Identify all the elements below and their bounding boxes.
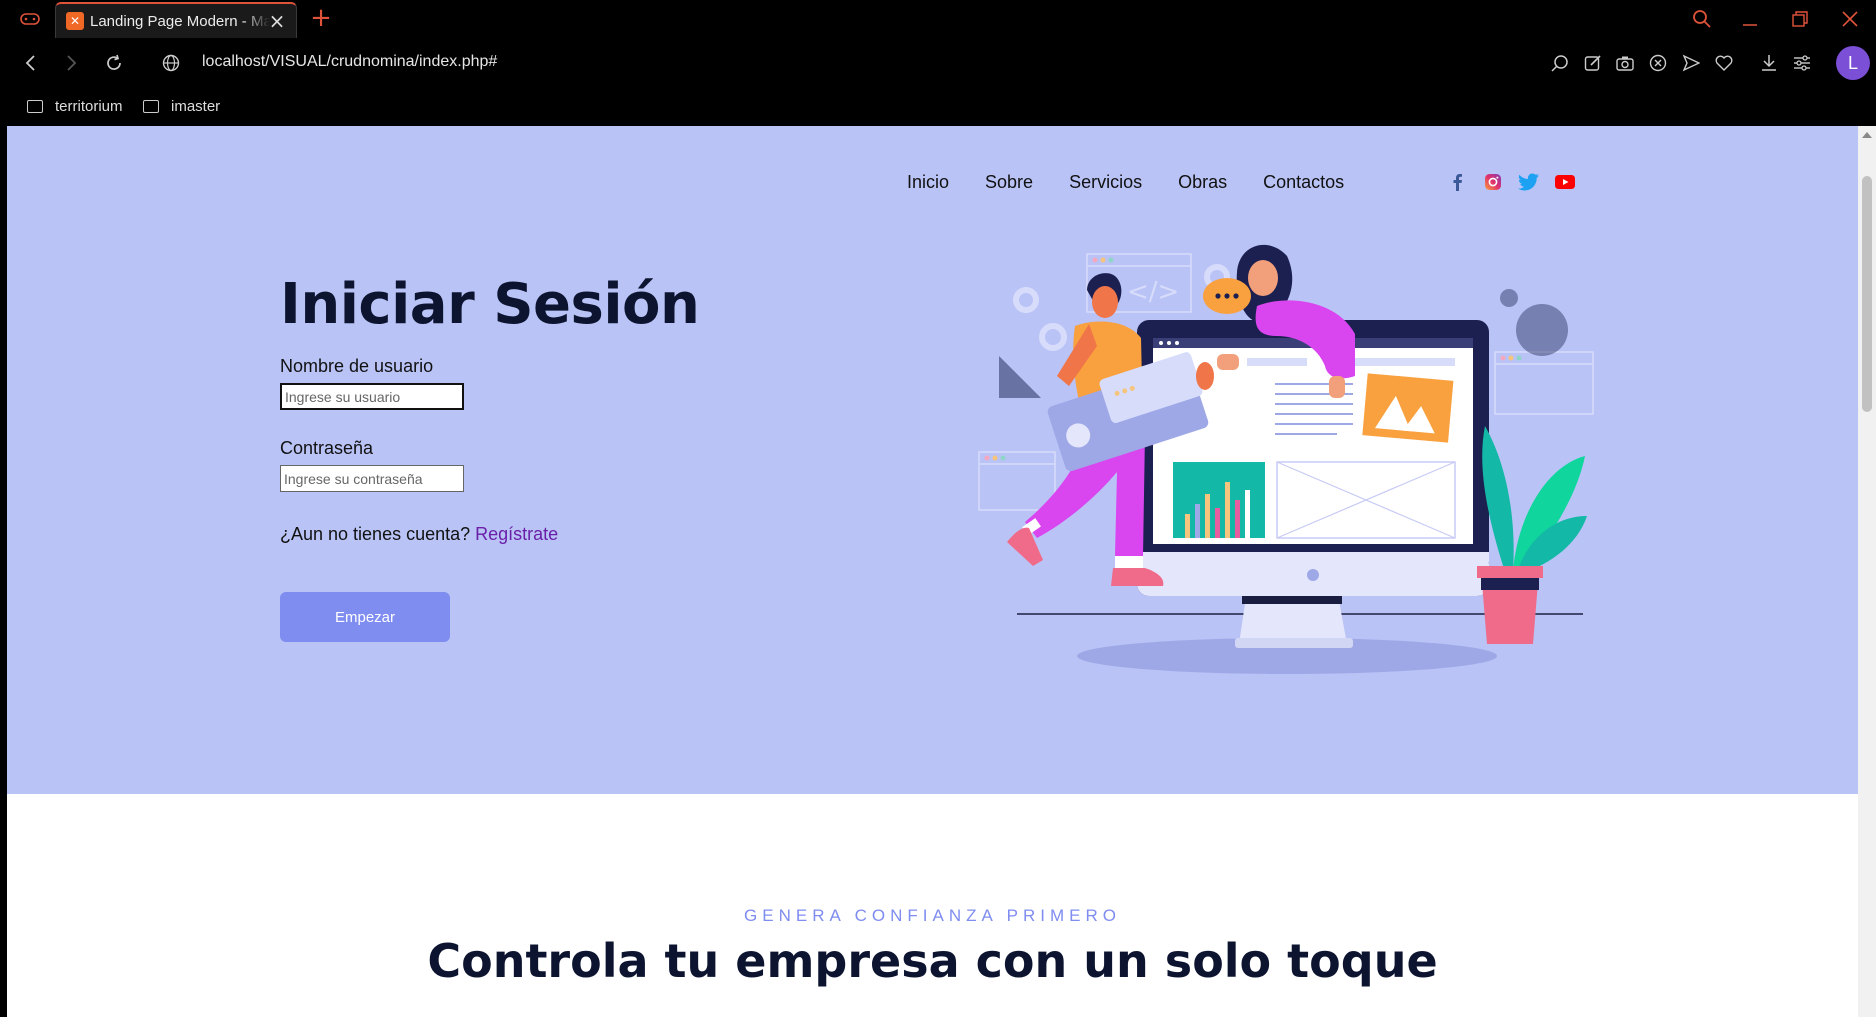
nav-link-obras[interactable]: Obras [1178,172,1227,193]
address-bar: localhost/VISUAL/crudnomina/index.php# L [0,38,1876,88]
search-page-icon[interactable] [1548,51,1572,75]
hero-illustration: </> [978,244,1594,674]
nav-link-inicio[interactable]: Inicio [907,172,949,193]
dotted-circle [1516,304,1568,356]
tab-bar: ✕ Landing Page Modern - Ma × + [0,0,1876,38]
page-viewport: Inicio Sobre Servicios Obras Contactos I… [7,126,1858,1017]
instagram-icon[interactable] [1481,170,1505,194]
scroll-up-arrow-icon[interactable] [1862,132,1872,138]
edit-icon[interactable] [1581,51,1605,75]
dotted-small-circle [1500,289,1518,307]
wireframe-window-left [978,451,1056,511]
folder-icon [27,99,43,113]
extensions-icon[interactable] [1646,51,1670,75]
section-eyebrow: GENERA CONFIANZA PRIMERO [744,906,1121,925]
camera-icon[interactable] [1613,51,1637,75]
bookmark-imaster[interactable]: imaster [143,94,220,118]
trust-section: GENERA CONFIANZA PRIMERO Controla tu emp… [7,794,1858,1017]
wireframe-window-right [1494,351,1594,415]
url-field[interactable]: localhost/VISUAL/crudnomina/index.php# [202,53,497,71]
download-icon[interactable] [1757,51,1781,75]
xampp-favicon-icon: ✕ [66,12,84,30]
start-button[interactable]: Empezar [280,592,450,642]
nav-link-contactos[interactable]: Contactos [1263,172,1344,193]
reload-icon[interactable] [101,50,127,76]
dotted-triangle [999,356,1041,398]
nav-link-servicios[interactable]: Servicios [1069,172,1142,193]
username-input[interactable] [280,383,464,410]
site-info-globe-icon[interactable] [158,50,184,76]
login-title: Iniciar Sesión [280,272,700,337]
minimize-icon[interactable] [1736,6,1764,32]
bookmark-label: territorium [55,97,123,115]
browser-tab[interactable]: ✕ Landing Page Modern - Ma × [55,2,297,38]
folder-icon [143,99,159,113]
settings-icon[interactable] [1790,51,1814,75]
close-window-icon[interactable] [1836,6,1864,32]
main-nav: Inicio Sobre Servicios Obras Contactos [907,172,1380,193]
signup-prompt: ¿Aun no tienes cuenta? Regístrate [280,524,558,545]
image-card [1362,373,1454,443]
password-input[interactable] [280,465,464,492]
bookmark-label: imaster [171,97,221,115]
svg-text:</>: </> [1127,277,1179,307]
restore-icon[interactable] [1786,6,1814,32]
search-tabs-icon[interactable] [1688,6,1716,32]
signup-link[interactable]: Regístrate [475,524,558,544]
plant [1477,426,1587,644]
twitter-icon[interactable] [1517,170,1541,194]
back-icon[interactable] [18,50,44,76]
username-label: Nombre de usuario [280,356,434,376]
youtube-icon[interactable] [1553,170,1577,194]
section-title: Controla tu empresa con un solo toque [427,934,1438,988]
password-label: Contraseña [280,438,374,458]
bookmarks-bar: territorium imaster [0,88,1876,126]
tab-title: Landing Page Modern - Ma [90,12,270,30]
facebook-icon[interactable] [1445,170,1469,194]
gamepad-icon[interactable] [14,9,46,29]
forward-icon[interactable] [58,50,84,76]
hero-section: Inicio Sobre Servicios Obras Contactos I… [7,126,1858,794]
nav-link-sobre[interactable]: Sobre [985,172,1033,193]
new-tab-button[interactable]: + [310,5,332,31]
signup-prompt-text: ¿Aun no tienes cuenta? [280,524,471,544]
heart-icon[interactable] [1712,51,1736,75]
close-tab-icon[interactable]: × [268,11,286,31]
bookmark-territorium[interactable]: territorium [27,94,123,118]
send-icon[interactable] [1679,51,1703,75]
page-scrollbar[interactable] [1858,126,1876,1017]
social-links [1445,170,1577,194]
profile-avatar[interactable]: L [1836,46,1870,80]
scrollbar-thumb[interactable] [1862,176,1872,412]
